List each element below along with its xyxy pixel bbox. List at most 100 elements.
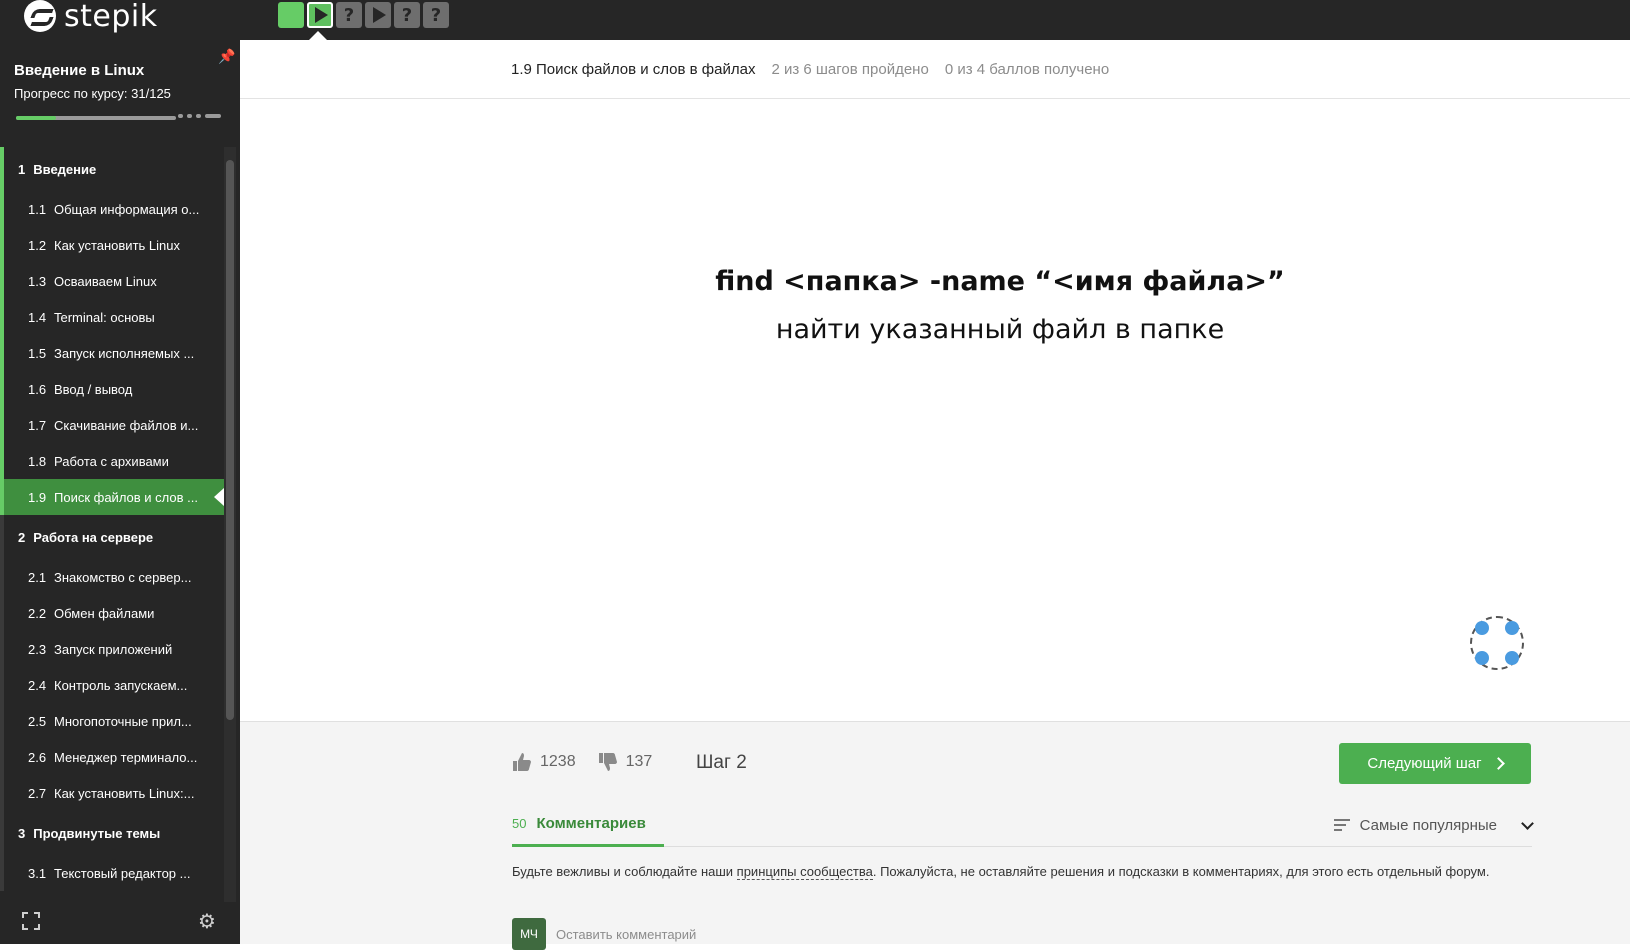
lesson-title: Менеджер терминало...: [54, 749, 198, 765]
thumbs-down-icon[interactable]: [598, 752, 618, 772]
sidebar-item-1-8[interactable]: 1.8 Работа с архивами: [0, 443, 224, 479]
lesson-title: Поиск файлов и слов ...: [54, 489, 198, 505]
section-number: 1: [18, 161, 26, 177]
step-3-button[interactable]: ?: [336, 2, 362, 28]
section-number: 3: [18, 825, 26, 841]
chevron-down-icon: [1521, 816, 1534, 830]
sidebar-item-2-6[interactable]: 2.6 Менеджер терминало...: [0, 739, 224, 775]
next-step-button[interactable]: Следующий шаг: [1339, 743, 1531, 784]
lesson-number: 2.3: [28, 641, 47, 657]
question-icon: ?: [430, 4, 442, 26]
comments-bar: 50 Комментариев Самые популярные: [512, 803, 1534, 847]
comment-input[interactable]: Оставить комментарий: [556, 927, 696, 942]
step-5-button[interactable]: ?: [394, 2, 420, 28]
course-sidebar: 📌 Введение в Linux Прогресс по курсу: 31…: [0, 40, 240, 944]
sidebar-item-2-5[interactable]: 2.5 Многопоточные прил...: [0, 703, 224, 739]
rules-text-after: . Пожалуйста, не оставляйте решения и по…: [872, 864, 1490, 879]
lesson-number: 1.1: [28, 201, 47, 217]
section-title: Введение: [33, 161, 97, 177]
section-title: Продвинутые темы: [33, 825, 161, 841]
lesson-title: Запуск приложений: [54, 641, 173, 657]
lesson-title: Знакомство с сервер...: [54, 569, 192, 585]
comments-tab-label: Комментариев: [536, 815, 646, 832]
sidebar-section-1[interactable]: 1 Введение: [0, 147, 224, 191]
course-progress-fill: [16, 116, 56, 120]
step-6-button[interactable]: ?: [423, 2, 449, 28]
next-step-label: Следующий шаг: [1367, 755, 1482, 772]
sidebar-item-2-1[interactable]: 2.1 Знакомство с сервер...: [0, 559, 224, 595]
thumbs-up-icon[interactable]: [512, 752, 532, 772]
lesson-number: 1.8: [28, 453, 47, 469]
gear-icon[interactable]: ⚙: [198, 909, 216, 933]
step-4-button[interactable]: [365, 2, 391, 28]
votes: 1238 137: [512, 752, 652, 772]
community-rules-text: Будьте вежливы и соблюдайте наши принцип…: [512, 862, 1512, 882]
lesson-title: Текстовый редактор ...: [54, 865, 191, 881]
step-2-button[interactable]: [307, 2, 333, 28]
sort-label: Самые популярные: [1359, 816, 1497, 834]
sidebar-scrollbar-thumb[interactable]: [226, 160, 234, 720]
question-icon: ?: [401, 4, 413, 26]
avatar[interactable]: МЧ: [512, 918, 546, 950]
sidebar-item-1-6[interactable]: 1.6 Ввод / вывод: [0, 371, 224, 407]
lesson-title: Осваиваем Linux: [54, 273, 157, 289]
step-footer: 1238 137 Шаг 2 Следующий шаг 50 Коммента…: [240, 721, 1630, 950]
main-content: 1.9 Поиск файлов и слов в файлах 2 из 6 …: [240, 40, 1630, 950]
sidebar-item-1-9[interactable]: 1.9 Поиск файлов и слов ...: [0, 479, 224, 515]
new-comment-row: МЧ Оставить комментарий: [512, 918, 696, 950]
sidebar-item-1-4[interactable]: 1.4 Terminal: основы: [0, 299, 224, 335]
community-principles-link[interactable]: принципы сообщества: [736, 864, 873, 880]
lesson-title: Как установить Linux:...: [54, 785, 195, 801]
step-1-button[interactable]: [278, 2, 304, 28]
course-progress-text: Прогресс по курсу: 31/125: [14, 86, 171, 101]
sidebar-item-1-5[interactable]: 1.5 Запуск исполняемых ...: [0, 335, 224, 371]
top-bar: stepik ???: [0, 0, 1630, 40]
sidebar-item-1-1[interactable]: 1.1 Общая информация о...: [0, 191, 224, 227]
lesson-title: Многопоточные прил...: [54, 713, 192, 729]
pin-icon[interactable]: 📌: [218, 48, 235, 65]
sidebar-item-1-3[interactable]: 1.3 Осваиваем Linux: [0, 263, 224, 299]
lesson-title: Запуск исполняемых ...: [54, 345, 195, 361]
sidebar-item-2-4[interactable]: 2.4 Контроль запускаем...: [0, 667, 224, 703]
sidebar-item-1-7[interactable]: 1.7 Скачивание файлов и...: [0, 407, 224, 443]
lesson-number: 1.2: [28, 237, 47, 253]
sidebar-section-2[interactable]: 2 Работа на сервере: [0, 515, 224, 559]
slide-command: find <папка> -name “<имя файла>”: [715, 266, 1285, 297]
lesson-title: Обмен файлами: [54, 605, 155, 621]
sidebar-item-3-1[interactable]: 3.1 Текстовый редактор ...: [0, 855, 224, 891]
stepik-logo[interactable]: stepik: [24, 0, 158, 34]
tab-comments[interactable]: 50 Комментариев: [512, 803, 664, 847]
lesson-title: Ввод / вывод: [54, 381, 133, 397]
lesson-number: 3.1: [28, 865, 47, 881]
section-number: 2: [18, 529, 26, 545]
lesson-number: 1.4: [28, 309, 47, 325]
fullscreen-icon[interactable]: [22, 912, 40, 930]
sidebar-footer: ⚙: [0, 902, 240, 944]
video-slide[interactable]: find <папка> -name “<имя файла>” найти у…: [240, 100, 1630, 721]
lesson-number: 1.3: [28, 273, 47, 289]
logo-text: stepik: [64, 0, 158, 34]
points-received: 0 из 4 баллов получено: [944, 60, 1110, 78]
lesson-title: Контроль запускаем...: [54, 677, 188, 693]
lesson-number: 1.5: [28, 345, 47, 361]
lesson-title: Terminal: основы: [54, 309, 155, 325]
course-title[interactable]: Введение в Linux: [14, 62, 144, 79]
lesson-title: Скачивание файлов и...: [54, 417, 199, 433]
lesson-title: 1.9 Поиск файлов и слов в файлах: [511, 60, 756, 78]
play-icon: [373, 7, 386, 23]
sidebar-item-2-3[interactable]: 2.3 Запуск приложений: [0, 631, 224, 667]
sidebar-item-2-2[interactable]: 2.2 Обмен файлами: [0, 595, 224, 631]
sidebar-section-3[interactable]: 3 Продвинутые темы: [0, 811, 224, 855]
lesson-title: Работа с архивами: [54, 453, 169, 469]
lesson-number: 2.6: [28, 749, 47, 765]
lesson-number: 1.7: [28, 417, 47, 433]
lesson-title: Общая информация о...: [54, 201, 200, 217]
lesson-number: 1.6: [28, 381, 47, 397]
lesson-title: Как установить Linux: [54, 237, 180, 253]
slide-description: найти указанный файл в папке: [775, 314, 1225, 345]
comments-sort-dropdown[interactable]: Самые популярные: [1333, 803, 1534, 847]
sidebar-item-1-2[interactable]: 1.2 Как установить Linux: [0, 227, 224, 263]
lesson-header: 1.9 Поиск файлов и слов в файлах 2 из 6 …: [240, 40, 1630, 99]
sidebar-item-2-7[interactable]: 2.7 Как установить Linux:...: [0, 775, 224, 811]
lesson-number: 2.5: [28, 713, 47, 729]
